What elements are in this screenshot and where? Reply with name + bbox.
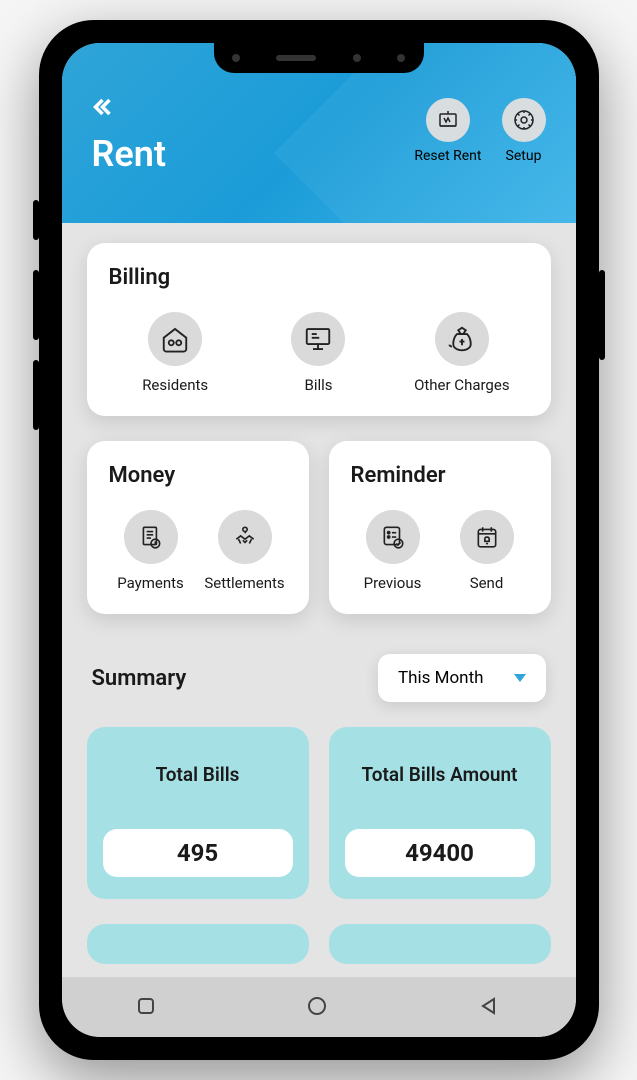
total-bills-amount-card: Total Bills Amount 49400 — [329, 727, 551, 899]
setup-button[interactable]: Setup — [502, 98, 546, 164]
chevron-down-icon — [514, 674, 526, 682]
handshake-icon — [218, 510, 272, 564]
period-dropdown[interactable]: This Month — [378, 654, 545, 702]
back-button[interactable] — [92, 93, 120, 121]
main-content: Billing Residents Bills — [62, 223, 576, 977]
monitor-icon — [291, 312, 345, 366]
partial-card — [329, 924, 551, 964]
reminder-card: Reminder Previous — [329, 441, 551, 614]
total-bills-card: Total Bills 495 — [87, 727, 309, 899]
list-icon — [366, 510, 420, 564]
reset-rent-button[interactable]: Reset Rent — [414, 98, 481, 164]
gear-icon — [502, 98, 546, 142]
calendar-bell-icon — [460, 510, 514, 564]
bills-button[interactable]: Bills — [252, 312, 385, 394]
money-card: Money Payments — [87, 441, 309, 614]
total-bills-amount-value: 49400 — [345, 829, 535, 877]
house-icon — [148, 312, 202, 366]
previous-button[interactable]: Previous — [351, 510, 435, 592]
settlements-button[interactable]: Settlements — [203, 510, 287, 592]
billing-title: Billing — [109, 265, 529, 290]
billing-card: Billing Residents Bills — [87, 243, 551, 416]
other-charges-button[interactable]: Other Charges — [395, 312, 528, 394]
total-bills-value: 495 — [103, 829, 293, 877]
residents-button[interactable]: Residents — [109, 312, 242, 394]
home-button[interactable] — [305, 994, 331, 1020]
partial-card — [87, 924, 309, 964]
send-button[interactable]: Send — [445, 510, 529, 592]
android-nav — [62, 977, 576, 1037]
receipt-icon — [124, 510, 178, 564]
summary-title: Summary — [92, 666, 187, 691]
money-title: Money — [109, 463, 287, 488]
back-nav-button[interactable] — [477, 994, 503, 1020]
reset-icon — [426, 98, 470, 142]
money-bag-icon — [435, 312, 489, 366]
reminder-title: Reminder — [351, 463, 529, 488]
payments-button[interactable]: Payments — [109, 510, 193, 592]
recents-button[interactable] — [134, 994, 160, 1020]
